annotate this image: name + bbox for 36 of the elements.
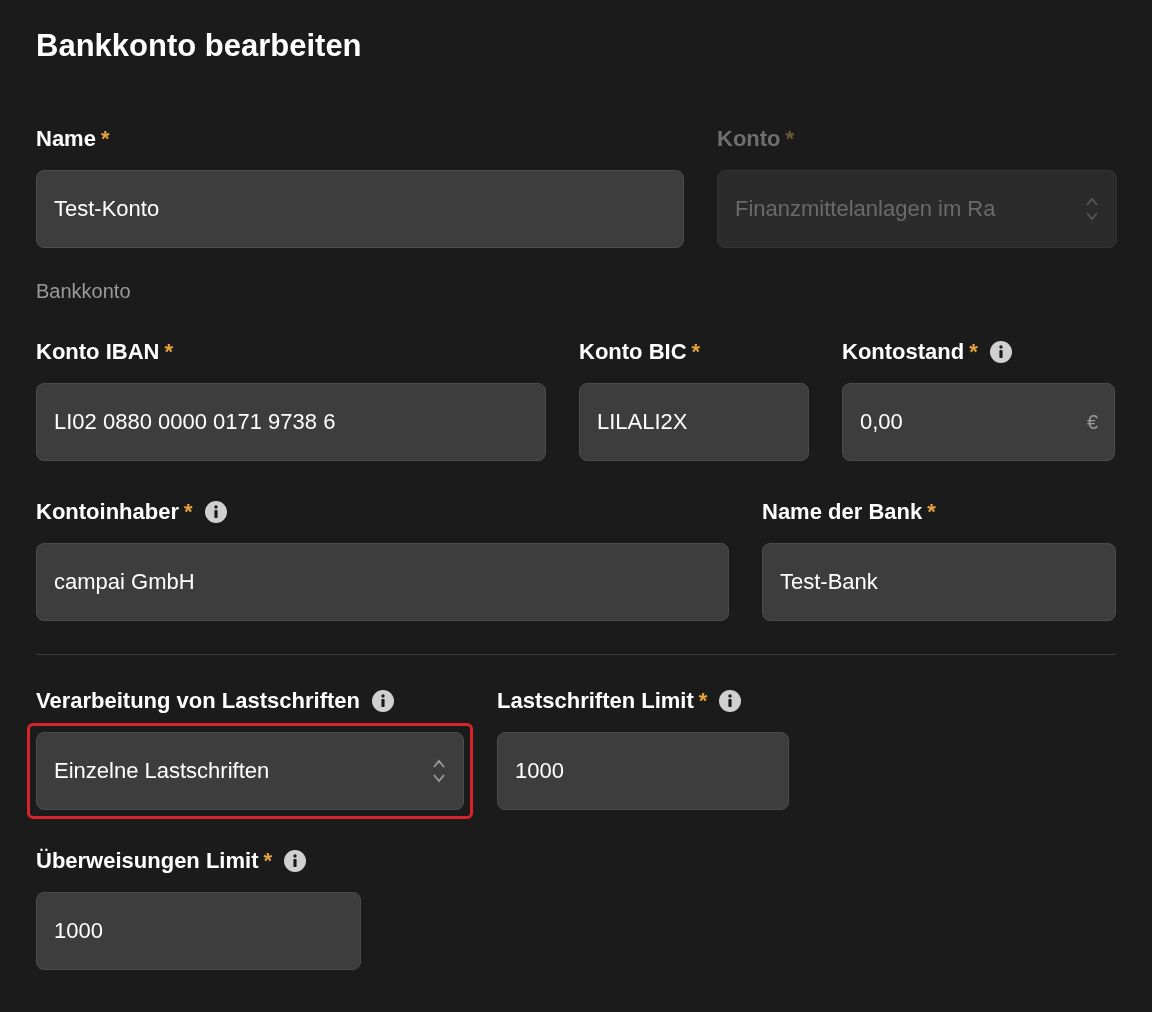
input-field[interactable]: campai GmbH <box>36 543 729 621</box>
required-mark: * <box>969 339 978 365</box>
input-field[interactable]: 0,00 € <box>842 383 1115 461</box>
input-field[interactable]: Test-Konto <box>36 170 684 248</box>
field-label: Lastschriften Limit <box>497 688 694 714</box>
field-label: Überweisungen Limit <box>36 848 259 874</box>
required-mark: * <box>698 688 708 714</box>
field-label: Konto IBAN <box>36 339 160 365</box>
required-mark: * <box>785 126 795 152</box>
field-label: Konto <box>717 126 781 152</box>
info-icon[interactable] <box>718 689 743 713</box>
field-label: Konto BIC <box>579 339 687 365</box>
input-field[interactable]: LILALI2X <box>579 383 809 461</box>
info-icon[interactable] <box>370 689 395 713</box>
field-label: Verarbeitung von Lastschriften <box>36 688 360 714</box>
info-icon[interactable] <box>988 340 1013 364</box>
field-label: Kontoinhaber <box>36 499 179 525</box>
page-title: Bankkonto bearbeiten <box>36 27 363 65</box>
field-label: Name der Bank <box>762 499 923 525</box>
input-field[interactable]: 1000 <box>497 732 789 810</box>
required-mark: * <box>184 499 193 525</box>
input-field[interactable]: Test-Bank <box>762 543 1116 621</box>
field-label: Kontostand <box>842 339 965 365</box>
info-icon[interactable] <box>203 500 228 524</box>
select-field[interactable]: Einzelne Lastschriften <box>36 732 464 810</box>
required-mark: * <box>927 499 936 525</box>
input-field[interactable]: 1000 <box>36 892 361 970</box>
section-heading: Bankkonto <box>36 279 132 304</box>
currency-suffix: € <box>1086 410 1098 434</box>
required-mark: * <box>263 848 273 874</box>
required-mark: * <box>164 339 173 365</box>
field-label: Name <box>36 126 96 152</box>
input-field[interactable]: LI02 0880 0000 0171 9738 6 <box>36 383 546 461</box>
required-mark: * <box>100 126 110 152</box>
required-mark: * <box>691 339 701 365</box>
info-icon[interactable] <box>283 849 308 873</box>
